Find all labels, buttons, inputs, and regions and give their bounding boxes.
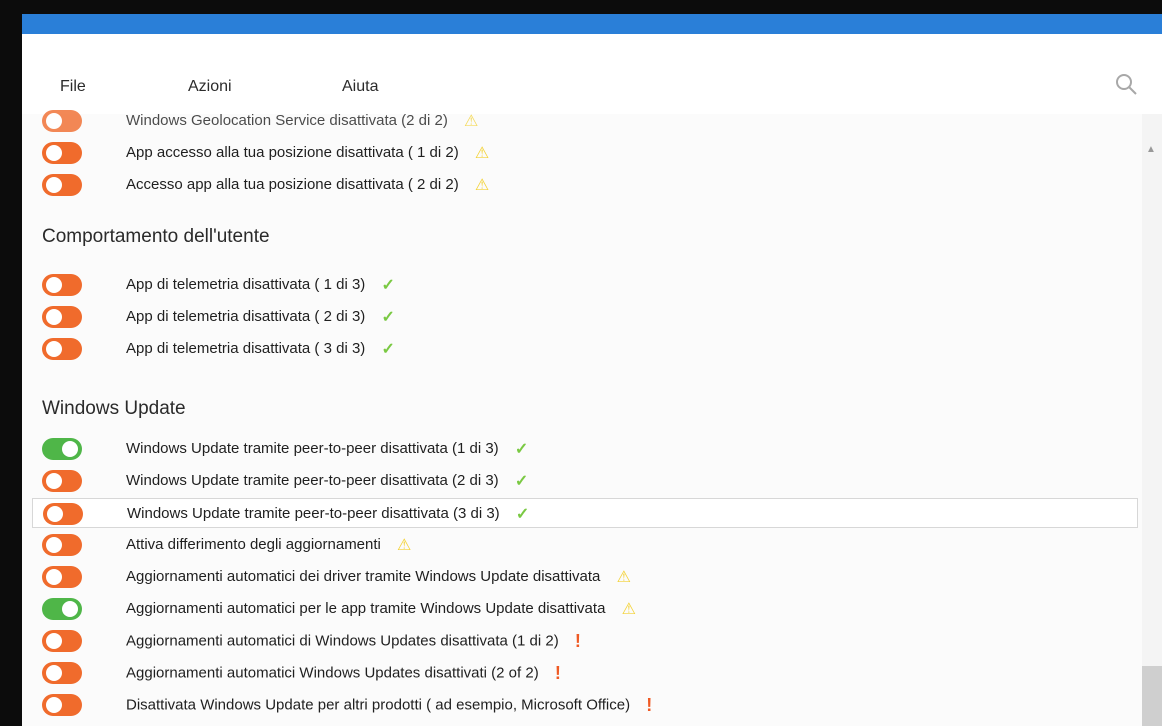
setting-row-wu-p2p-1[interactable]: Windows Update tramite peer-to-peer disa…: [22, 434, 1142, 464]
toggle-switch[interactable]: [42, 534, 82, 556]
setting-row-auto-updates-2[interactable]: Aggiornamenti automatici Windows Updates…: [22, 658, 1142, 688]
toggle-switch[interactable]: [42, 110, 82, 132]
setting-label: Aggiornamenti automatici di Windows Upda…: [126, 631, 581, 651]
exclamation-icon: !: [554, 663, 561, 683]
toggle-switch[interactable]: [42, 306, 82, 328]
checkmark-icon: ✓: [514, 441, 529, 458]
exclamation-icon: !: [646, 695, 653, 715]
checkmark-icon: ✓: [381, 277, 395, 294]
setting-row-telemetry-3[interactable]: App di telemetria disattivata ( 3 di 3) …: [22, 334, 1142, 364]
scroll-up-arrow-icon[interactable]: ▲: [1146, 144, 1156, 155]
setting-label: Windows Update tramite peer-to-peer disa…: [127, 504, 530, 523]
setting-row-telemetry-2[interactable]: App di telemetria disattivata ( 2 di 3) …: [22, 302, 1142, 332]
toggle-switch[interactable]: [42, 174, 82, 196]
setting-row-other-products[interactable]: Disattivata Windows Update per altri pro…: [22, 690, 1142, 720]
warning-icon: ⚠: [616, 569, 631, 586]
section-title-user-behavior: Comportamento dell'utente: [42, 226, 270, 247]
setting-row-wu-p2p-2[interactable]: Windows Update tramite peer-to-peer disa…: [22, 466, 1142, 496]
checkmark-icon: ✓: [514, 473, 529, 490]
setting-row-geolocation[interactable]: Windows Geolocation Service disattivata …: [22, 106, 1142, 136]
checkmark-icon: ✓: [515, 506, 530, 523]
menu-file[interactable]: File: [60, 78, 86, 96]
setting-row-location-2[interactable]: Accesso app alla tua posizione disattiva…: [22, 170, 1142, 200]
menu-azioni[interactable]: Azioni: [188, 78, 232, 96]
menu-bar: File Azioni Aiuta: [22, 34, 1162, 114]
search-icon[interactable]: [1114, 72, 1138, 96]
warning-icon: ⚠: [397, 537, 412, 554]
setting-row-location-1[interactable]: App accesso alla tua posizione disattiva…: [22, 138, 1142, 168]
toggle-switch[interactable]: [42, 470, 82, 492]
toggle-switch[interactable]: [42, 598, 82, 620]
setting-label: Aggiornamenti automatici per le app tram…: [126, 599, 636, 618]
setting-row-app-updates[interactable]: Aggiornamenti automatici per le app tram…: [22, 594, 1142, 624]
setting-label: App di telemetria disattivata ( 2 di 3) …: [126, 307, 395, 326]
title-bar: [22, 14, 1162, 34]
setting-row-telemetry-1[interactable]: App di telemetria disattivata ( 1 di 3) …: [22, 270, 1142, 300]
setting-label: Aggiornamenti automatici Windows Updates…: [126, 663, 561, 683]
setting-label: Windows Update tramite peer-to-peer disa…: [126, 439, 529, 458]
setting-row-driver-updates[interactable]: Aggiornamenti automatici dei driver tram…: [22, 562, 1142, 592]
exclamation-icon: !: [574, 631, 581, 651]
setting-label: App di telemetria disattivata ( 1 di 3) …: [126, 275, 395, 294]
setting-label: Windows Update tramite peer-to-peer disa…: [126, 471, 529, 490]
setting-label: Aggiornamenti automatici dei driver tram…: [126, 567, 631, 586]
vertical-scrollbar[interactable]: ▲: [1142, 114, 1162, 726]
monitor-bezel-left: [0, 0, 22, 726]
warning-icon: ⚠: [474, 145, 490, 162]
setting-label: Windows Geolocation Service disattivata …: [126, 111, 479, 130]
setting-label: Accesso app alla tua posizione disattiva…: [126, 175, 490, 194]
toggle-switch[interactable]: [42, 338, 82, 360]
checkmark-icon: ✓: [381, 341, 395, 358]
toggle-switch[interactable]: [42, 694, 82, 716]
setting-row-wu-p2p-3[interactable]: Windows Update tramite peer-to-peer disa…: [32, 498, 1138, 528]
settings-list: Windows Geolocation Service disattivata …: [22, 110, 1142, 726]
setting-label: Attiva differimento degli aggiornamenti …: [126, 535, 412, 554]
section-title-windows-update: Windows Update: [42, 398, 186, 419]
scrollbar-thumb[interactable]: [1142, 666, 1162, 726]
toggle-switch[interactable]: [43, 503, 83, 525]
setting-row-update-deferral[interactable]: Attiva differimento degli aggiornamenti …: [22, 530, 1142, 560]
setting-label: Disattivata Windows Update per altri pro…: [126, 695, 653, 715]
toggle-switch[interactable]: [42, 438, 82, 460]
toggle-switch[interactable]: [42, 566, 82, 588]
toggle-switch[interactable]: [42, 630, 82, 652]
setting-label: App accesso alla tua posizione disattiva…: [126, 143, 490, 162]
app-window: File Azioni Aiuta Windows Geolocation Se…: [22, 14, 1162, 726]
warning-icon: ⚠: [474, 177, 490, 194]
toggle-switch[interactable]: [42, 142, 82, 164]
setting-row-auto-updates-1[interactable]: Aggiornamenti automatici di Windows Upda…: [22, 626, 1142, 656]
checkmark-icon: ✓: [381, 309, 395, 326]
warning-icon: ⚠: [463, 113, 479, 130]
toggle-switch[interactable]: [42, 662, 82, 684]
toggle-switch[interactable]: [42, 274, 82, 296]
warning-icon: ⚠: [621, 601, 636, 618]
setting-label: App di telemetria disattivata ( 3 di 3) …: [126, 339, 395, 358]
menu-aiuta[interactable]: Aiuta: [342, 78, 378, 96]
